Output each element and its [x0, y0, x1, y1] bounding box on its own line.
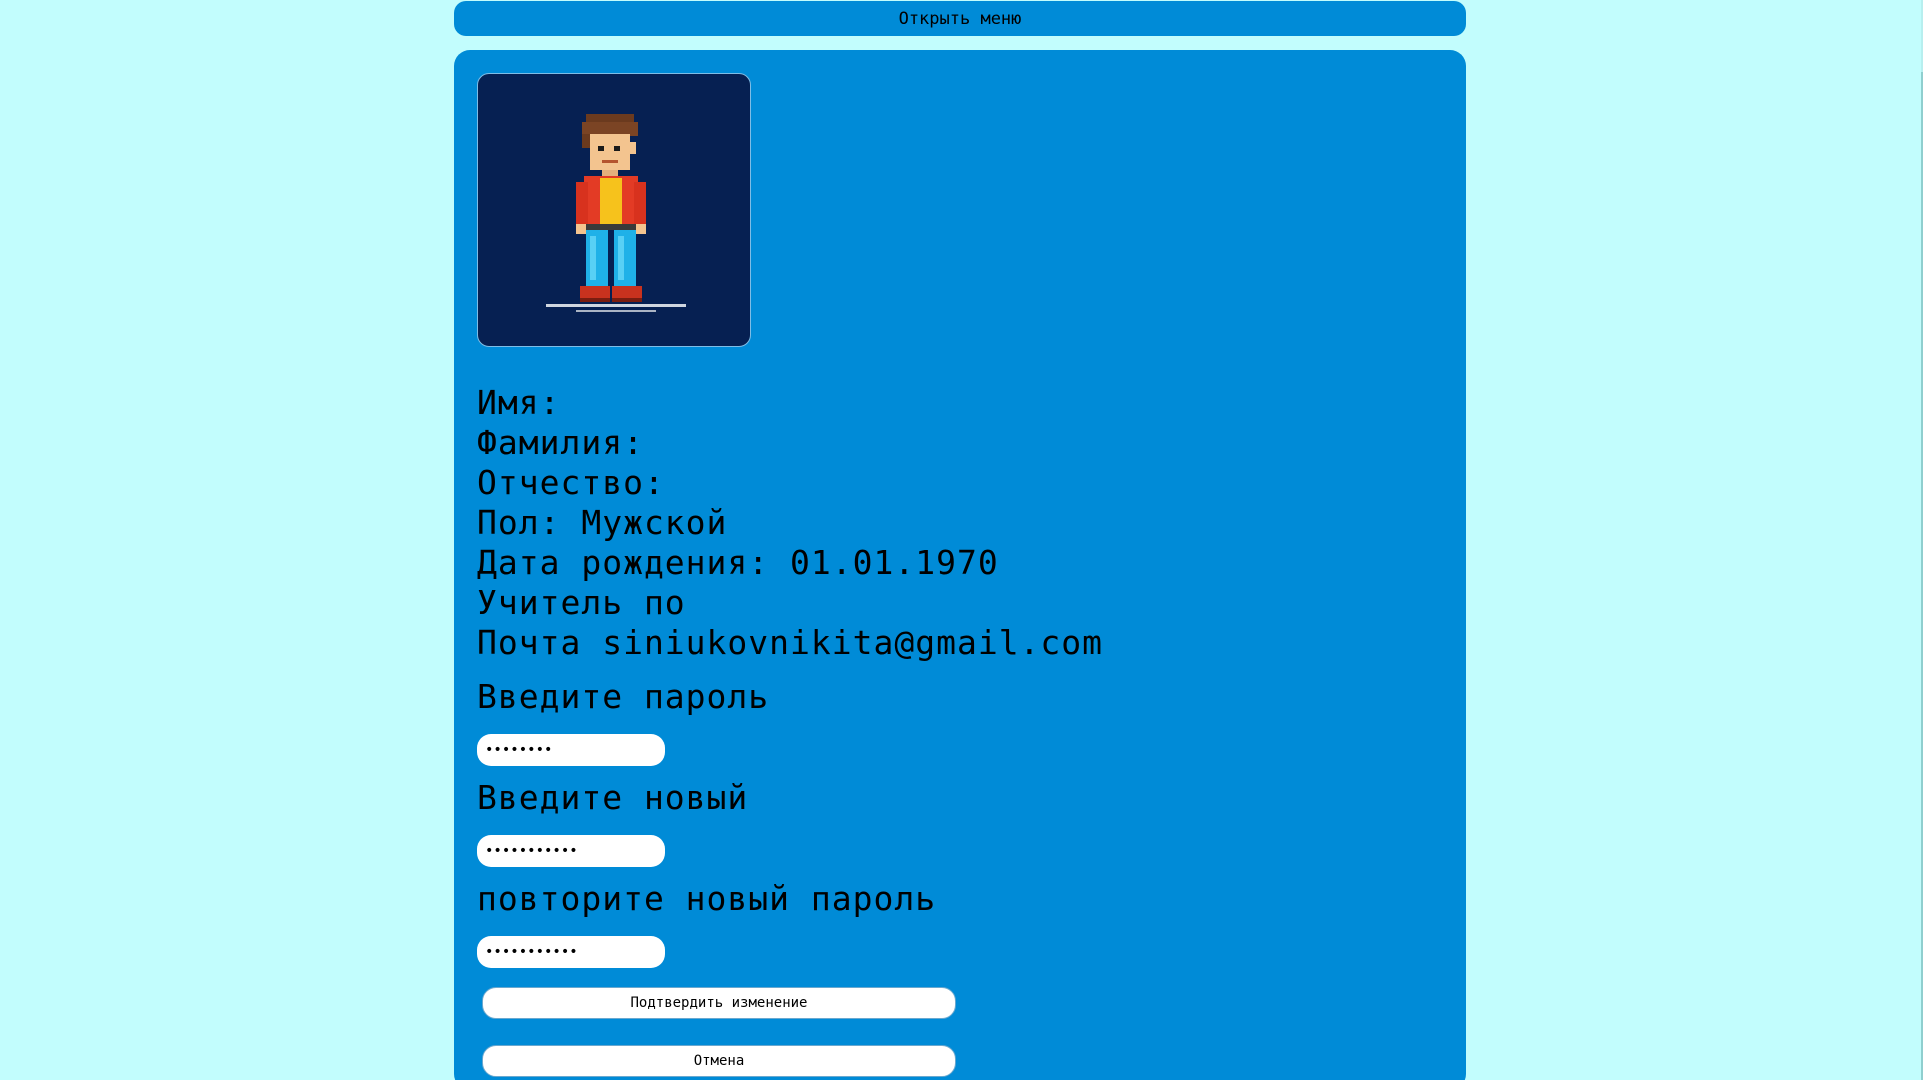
confirm-change-button[interactable]: Подтвердить изменение	[482, 987, 956, 1019]
current-password-field[interactable]	[477, 734, 665, 766]
profile-info: Имя: Фамилия: Отчество: Пол: Мужской Дат…	[477, 383, 1103, 663]
teacher-subject-line: Учитель по	[477, 583, 686, 622]
cancel-button[interactable]: Отмена	[482, 1045, 956, 1077]
avatar	[477, 73, 751, 347]
repeat-password-label: повторите новый пароль	[477, 879, 937, 918]
birth-date-line: Дата рождения: 01.01.1970	[477, 543, 999, 582]
gender-line: Пол: Мужской	[477, 503, 728, 542]
pixel-art-person-icon	[546, 114, 686, 312]
email-line: Почта siniukovnikita@gmail.com	[477, 623, 1104, 662]
new-password-label: Введите новый	[477, 778, 749, 817]
last-name-line: Фамилия:	[477, 423, 644, 462]
current-password-label: Введите пароль	[477, 677, 770, 716]
patronymic-line: Отчество:	[477, 463, 665, 502]
profile-page: Открыть меню Имя: Фамилия: Отчество: Пол…	[0, 0, 1923, 1080]
first-name-line: Имя:	[477, 383, 561, 422]
new-password-field[interactable]	[477, 835, 665, 867]
profile-card: Имя: Фамилия: Отчество: Пол: Мужской Дат…	[454, 50, 1466, 1080]
open-menu-button[interactable]: Открыть меню	[454, 1, 1466, 36]
repeat-password-field[interactable]	[477, 936, 665, 968]
